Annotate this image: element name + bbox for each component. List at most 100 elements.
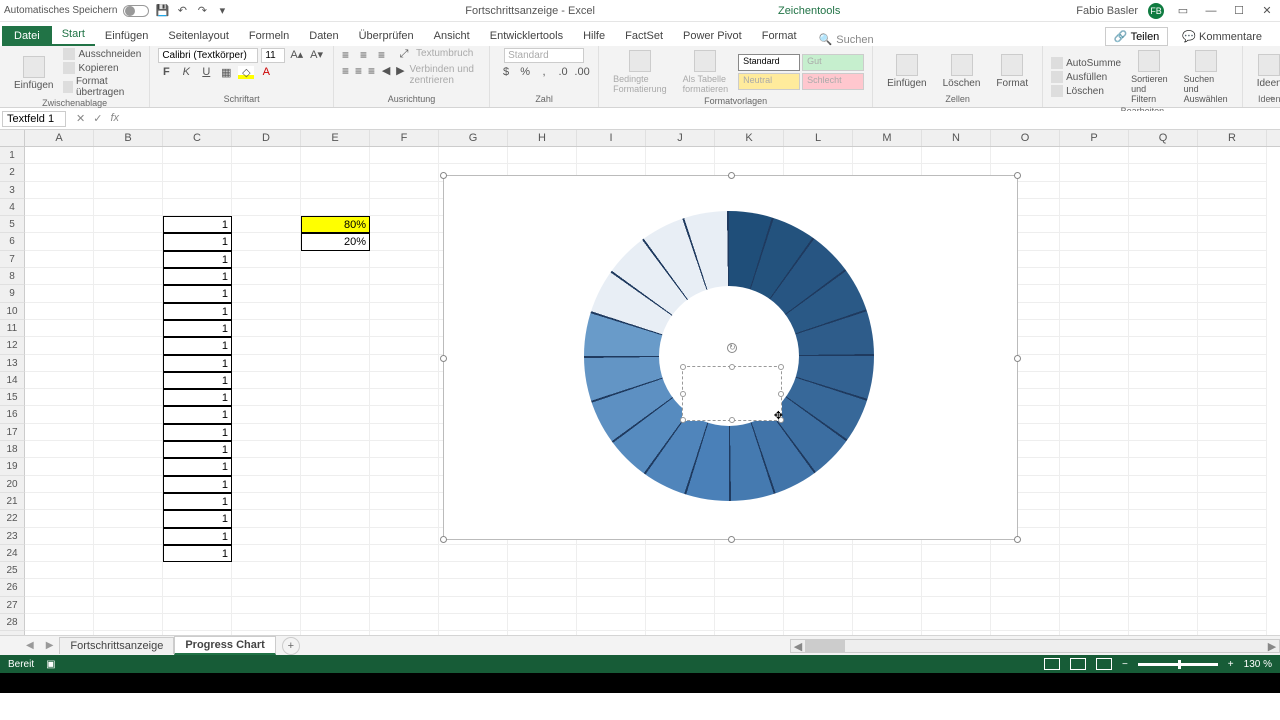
cell[interactable]: 1 bbox=[163, 545, 232, 562]
cell[interactable] bbox=[301, 579, 370, 596]
cell[interactable] bbox=[232, 597, 301, 614]
add-sheet-button[interactable]: + bbox=[282, 637, 300, 655]
donut-chart[interactable] bbox=[584, 211, 874, 501]
copy-button[interactable]: Kopieren bbox=[63, 62, 141, 74]
cell[interactable] bbox=[1198, 355, 1267, 372]
cell[interactable] bbox=[991, 545, 1060, 562]
cell[interactable] bbox=[1129, 389, 1198, 406]
cell[interactable] bbox=[25, 182, 94, 199]
cell[interactable] bbox=[922, 579, 991, 596]
cell[interactable] bbox=[1129, 510, 1198, 527]
maximize-icon[interactable]: ☐ bbox=[1230, 4, 1248, 18]
align-bottom-icon[interactable] bbox=[378, 48, 392, 58]
cell[interactable] bbox=[94, 562, 163, 579]
cell[interactable] bbox=[646, 597, 715, 614]
cell[interactable]: 1 bbox=[163, 337, 232, 354]
row-header[interactable]: 27 bbox=[0, 597, 25, 614]
cell[interactable] bbox=[370, 441, 439, 458]
column-header[interactable]: H bbox=[508, 130, 577, 146]
cell[interactable] bbox=[25, 164, 94, 181]
cell[interactable] bbox=[853, 562, 922, 579]
cell[interactable] bbox=[94, 320, 163, 337]
cell[interactable] bbox=[1129, 614, 1198, 631]
align-top-icon[interactable] bbox=[342, 48, 356, 58]
cell[interactable]: 1 bbox=[163, 251, 232, 268]
cell[interactable] bbox=[370, 337, 439, 354]
cell[interactable] bbox=[370, 233, 439, 250]
cell[interactable] bbox=[1198, 285, 1267, 302]
cell[interactable] bbox=[991, 631, 1060, 635]
percent-icon[interactable]: % bbox=[517, 66, 533, 78]
cell[interactable] bbox=[1060, 528, 1129, 545]
cell[interactable] bbox=[94, 199, 163, 216]
cell[interactable] bbox=[1198, 493, 1267, 510]
cell[interactable] bbox=[370, 597, 439, 614]
cell[interactable] bbox=[1198, 614, 1267, 631]
cell[interactable] bbox=[232, 614, 301, 631]
sort-filter-button[interactable]: Sortieren und Filtern bbox=[1125, 48, 1174, 106]
cell[interactable] bbox=[646, 545, 715, 562]
cell[interactable] bbox=[25, 424, 94, 441]
comma-icon[interactable]: , bbox=[536, 66, 552, 78]
cell[interactable] bbox=[1198, 182, 1267, 199]
cell[interactable] bbox=[232, 510, 301, 527]
cell[interactable] bbox=[1198, 562, 1267, 579]
row-header[interactable]: 5 bbox=[0, 216, 25, 233]
cell[interactable] bbox=[94, 147, 163, 164]
cell[interactable] bbox=[25, 233, 94, 250]
cell[interactable] bbox=[370, 199, 439, 216]
cell[interactable]: 20% bbox=[301, 233, 370, 250]
cell[interactable] bbox=[232, 233, 301, 250]
cell[interactable] bbox=[1060, 597, 1129, 614]
column-header[interactable]: E bbox=[301, 130, 370, 146]
cell[interactable] bbox=[1129, 458, 1198, 475]
row-header[interactable]: 14 bbox=[0, 372, 25, 389]
cell[interactable] bbox=[1129, 147, 1198, 164]
cell[interactable] bbox=[232, 562, 301, 579]
cell[interactable] bbox=[508, 147, 577, 164]
cell[interactable] bbox=[232, 579, 301, 596]
zoom-in-icon[interactable]: + bbox=[1228, 659, 1234, 670]
column-header[interactable]: K bbox=[715, 130, 784, 146]
cell[interactable] bbox=[301, 528, 370, 545]
row-header[interactable]: 10 bbox=[0, 303, 25, 320]
cell[interactable]: 1 bbox=[163, 268, 232, 285]
cell[interactable] bbox=[577, 545, 646, 562]
cell[interactable] bbox=[370, 372, 439, 389]
cell[interactable] bbox=[1198, 216, 1267, 233]
cell[interactable] bbox=[1198, 147, 1267, 164]
minimize-icon[interactable]: — bbox=[1202, 4, 1220, 18]
cell[interactable] bbox=[1198, 389, 1267, 406]
cell[interactable] bbox=[1060, 562, 1129, 579]
align-right-icon[interactable] bbox=[368, 64, 377, 74]
cell[interactable] bbox=[232, 545, 301, 562]
cell[interactable]: 1 bbox=[163, 285, 232, 302]
font-size-select[interactable]: 11 bbox=[261, 48, 285, 63]
cell[interactable] bbox=[94, 216, 163, 233]
autosave-toggle[interactable] bbox=[123, 5, 149, 17]
cell[interactable]: 1 bbox=[163, 320, 232, 337]
cell[interactable] bbox=[94, 614, 163, 631]
tab-ueberpruefen[interactable]: Überprüfen bbox=[349, 26, 424, 46]
cell[interactable]: 1 bbox=[163, 510, 232, 527]
row-header[interactable]: 21 bbox=[0, 493, 25, 510]
cell[interactable] bbox=[25, 372, 94, 389]
cell[interactable] bbox=[439, 545, 508, 562]
cell[interactable] bbox=[1060, 268, 1129, 285]
tab-format[interactable]: Format bbox=[752, 26, 807, 46]
cell[interactable] bbox=[301, 355, 370, 372]
cell[interactable] bbox=[439, 579, 508, 596]
autosum-button[interactable]: AutoSumme bbox=[1051, 57, 1121, 69]
cell[interactable] bbox=[94, 268, 163, 285]
cell[interactable] bbox=[25, 562, 94, 579]
cell[interactable] bbox=[232, 458, 301, 475]
cell[interactable] bbox=[577, 562, 646, 579]
cell[interactable] bbox=[991, 597, 1060, 614]
cell[interactable] bbox=[715, 579, 784, 596]
cell[interactable] bbox=[1198, 476, 1267, 493]
cell[interactable] bbox=[370, 493, 439, 510]
worksheet-grid[interactable]: ABCDEFGHIJKLMNOPQR 12345180%6120%7181911… bbox=[0, 130, 1280, 635]
cell[interactable] bbox=[25, 476, 94, 493]
cell[interactable] bbox=[1060, 510, 1129, 527]
indent-inc-icon[interactable]: ▶ bbox=[395, 64, 405, 86]
